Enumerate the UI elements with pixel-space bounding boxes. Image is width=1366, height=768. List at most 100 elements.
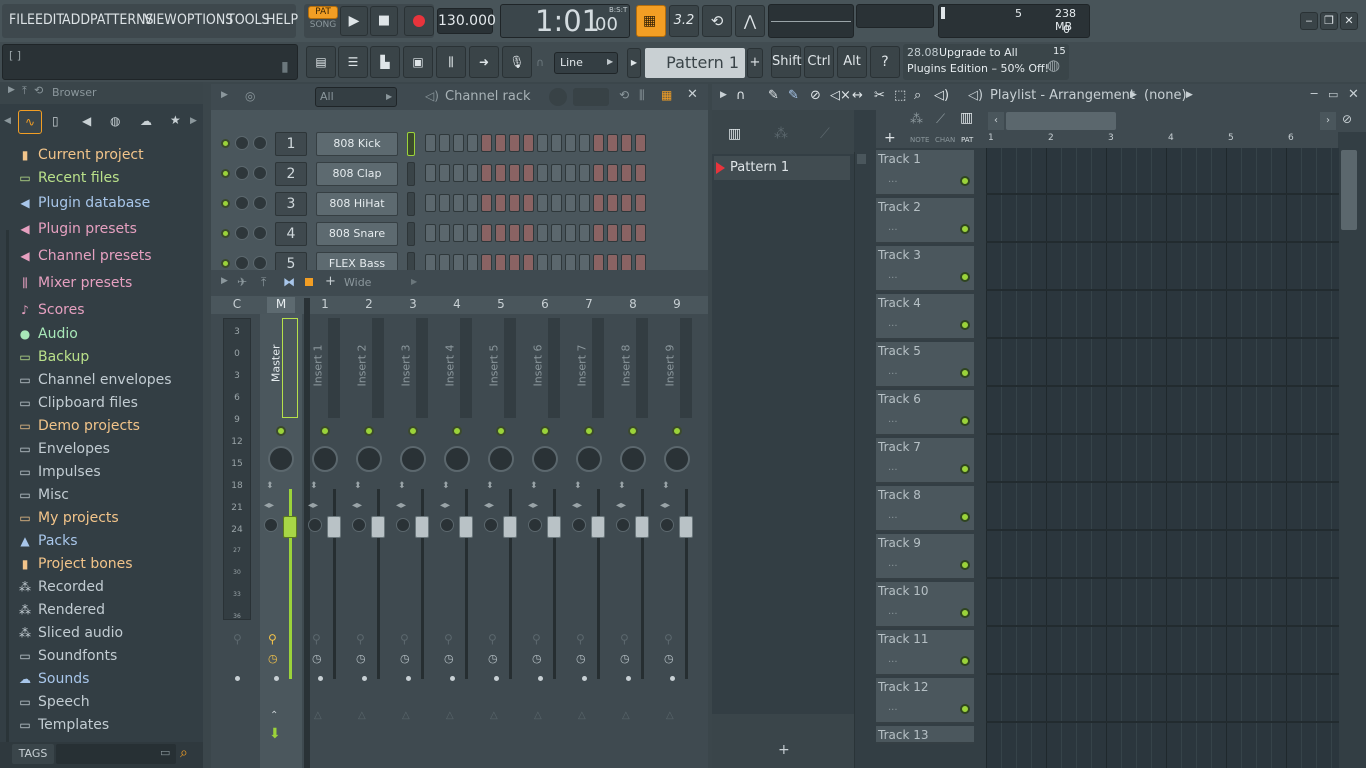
step-button[interactable] [565,224,576,242]
track-menu-icon[interactable]: ... [888,702,898,713]
track-header[interactable]: Track 7... [876,438,974,484]
swap-icon[interactable]: ◂▸ [308,500,318,511]
step-button[interactable] [425,224,436,242]
step-button[interactable] [523,134,534,152]
volume-knob[interactable] [396,518,410,532]
step-button[interactable] [621,164,632,182]
step-button[interactable] [425,254,436,270]
step-button[interactable] [523,254,534,270]
latency-icon[interactable]: ◷ [312,652,322,665]
browser-item[interactable]: ◀ Channel presets [16,245,151,267]
step-button[interactable] [579,164,590,182]
channel-pan-knob[interactable] [235,136,249,150]
step-button[interactable] [607,134,618,152]
add-pattern-icon[interactable]: + [778,742,790,758]
channel-select[interactable] [407,252,415,270]
volume-knob[interactable] [352,518,366,532]
channel-mixer-number[interactable]: 3 [275,192,307,216]
picker-scroll-thumb[interactable] [857,154,866,164]
step-button[interactable] [593,254,604,270]
volume-knob[interactable] [572,518,586,532]
step-button[interactable] [467,134,478,152]
step-button[interactable] [495,194,506,212]
record-button[interactable] [404,6,434,36]
current-recording-icon[interactable]: ⚲ [233,632,242,646]
step-button[interactable] [467,194,478,212]
swap-icon[interactable]: ◂▸ [264,500,274,511]
step-button[interactable] [635,254,646,270]
speaker-tab-icon[interactable]: ◀ [82,114,91,128]
song-position-display[interactable]: 1:01 00 B:S:T [500,4,630,38]
channel-volume-knob[interactable] [253,196,267,210]
route-arrow-icon[interactable]: △ [622,710,630,721]
step-button[interactable] [453,164,464,182]
browser-item[interactable]: ⁂ Sliced audio [16,622,123,644]
piano-roll-window-button[interactable]: ▙ [370,46,400,78]
step-button[interactable] [453,194,464,212]
step-button[interactable] [425,194,436,212]
step-button[interactable] [635,194,646,212]
close-button[interactable]: ✕ [1340,12,1358,30]
track-header[interactable]: Track 13... [876,726,974,744]
step-button[interactable] [509,224,520,242]
track-mute-led[interactable] [960,704,970,714]
track-mute-led[interactable] [960,608,970,618]
volume-fader[interactable] [459,516,473,538]
current-send-dot[interactable] [235,676,240,681]
track-header[interactable]: Track 6... [876,390,974,436]
browser-item[interactable]: ☁ Sounds [16,668,89,690]
picker-scrollbar[interactable] [854,152,868,768]
browser-item[interactable]: ▭ Soundfonts [16,645,117,667]
stereo-separation-icon[interactable]: ⬍ [530,482,538,491]
track-menu-icon[interactable]: ... [888,414,898,425]
horizontal-scroll-thumb[interactable] [1006,112,1116,130]
latency-icon[interactable]: ◷ [620,652,630,665]
channel-name-button[interactable]: FLEX Bass [316,252,398,270]
latency-icon[interactable]: ◷ [268,652,278,665]
menu-tools[interactable]: TOOLS [227,8,270,32]
recording-icon[interactable]: ⚲ [400,632,409,646]
track-enable-led[interactable] [364,426,374,436]
step-button[interactable] [537,134,548,152]
channel-pan-knob[interactable] [235,196,249,210]
recording-icon[interactable]: ⚲ [356,632,365,646]
add-track-icon[interactable]: + [884,130,896,146]
recording-icon[interactable]: ⚲ [268,632,277,646]
volume-fader[interactable] [547,516,561,538]
pan-knob[interactable] [400,446,426,472]
pan-knob[interactable] [312,446,338,472]
step-button[interactable] [621,224,632,242]
channel-mixer-number[interactable]: 4 [275,222,307,246]
scroll-right-icon[interactable]: › [1320,112,1336,130]
playlist-menu-icon[interactable]: ▶ [720,90,727,100]
next-step-button[interactable]: ➜ [469,46,499,78]
step-button[interactable] [551,254,562,270]
pan-knob[interactable] [576,446,602,472]
send-dot[interactable] [538,676,543,681]
chan-mode-label[interactable]: CHAN [935,136,955,144]
recording-icon[interactable]: ⚲ [620,632,629,646]
track-enable-led[interactable] [320,426,330,436]
pat-label[interactable]: PAT [308,6,338,19]
swing-icon[interactable]: ◎ [245,89,255,103]
swap-icon[interactable]: ◂▸ [660,500,670,511]
browser-item[interactable]: ▭ Clipboard files [16,392,138,414]
pattern-prev-button[interactable]: ▶ [627,48,641,78]
recording-icon[interactable]: ⚲ [664,632,673,646]
slip-tool-icon[interactable]: ↔ [852,88,863,103]
stereo-separation-icon[interactable]: ⬍ [398,482,406,491]
track-header[interactable]: Track 2... [876,198,974,244]
track-name-box[interactable] [504,318,516,418]
stereo-separation-icon[interactable]: ⬍ [574,482,582,491]
track-menu-icon[interactable]: ... [888,606,898,617]
track-mute-led[interactable] [960,464,970,474]
menu-view[interactable]: VIEW [144,8,177,32]
channel-select[interactable] [407,222,415,246]
track-header[interactable]: Track 12... [876,678,974,724]
group-filter-select[interactable]: All ▶ [315,87,397,107]
step-button[interactable] [607,194,618,212]
step-button[interactable] [551,164,562,182]
step-button[interactable] [453,254,464,270]
maximize-playlist-icon[interactable]: ▭ [1328,88,1338,101]
send-dot[interactable] [494,676,499,681]
